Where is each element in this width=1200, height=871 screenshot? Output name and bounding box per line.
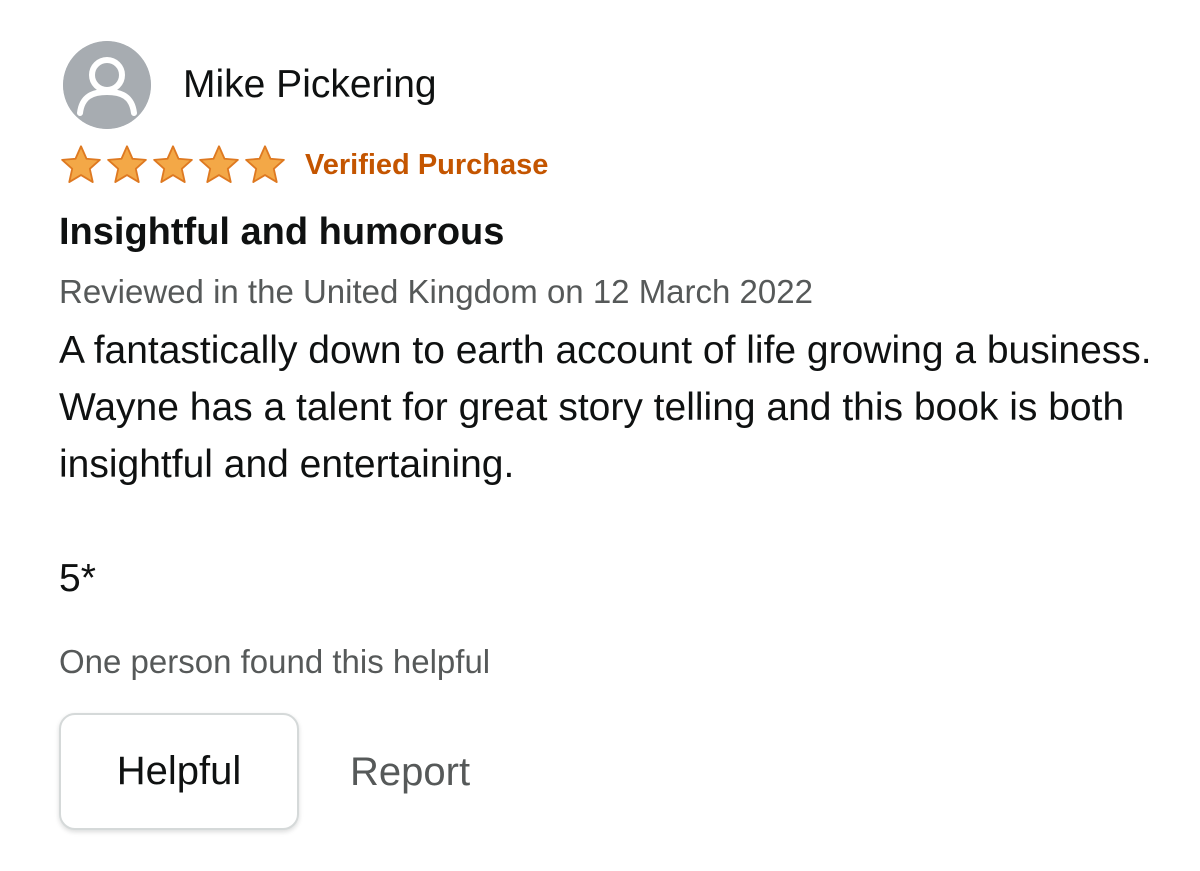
star-icon <box>199 145 239 183</box>
user-avatar-icon <box>63 41 151 129</box>
star-icon <box>245 145 285 183</box>
report-link[interactable]: Report <box>350 748 470 796</box>
customer-review: Mike Pickering Verified Purchase Insight… <box>0 0 1200 871</box>
star-rating[interactable] <box>59 142 289 188</box>
review-body: A fantastically down to earth account of… <box>59 322 1169 607</box>
star-icon <box>61 145 101 183</box>
helpful-button[interactable]: Helpful <box>59 713 299 830</box>
helpful-count: One person found this helpful <box>59 643 491 680</box>
star-icon <box>153 145 193 183</box>
review-title[interactable]: Insightful and humorous <box>59 208 504 256</box>
reviewer-name[interactable]: Mike Pickering <box>183 62 437 108</box>
review-score-note: 5* <box>59 557 96 600</box>
review-text: A fantastically down to earth account of… <box>59 329 1152 486</box>
rating-row: Verified Purchase <box>59 142 548 188</box>
verified-purchase-badge: Verified Purchase <box>305 149 549 181</box>
review-date: Reviewed in the United Kingdom on 12 Mar… <box>59 273 813 310</box>
star-icon <box>107 145 147 183</box>
